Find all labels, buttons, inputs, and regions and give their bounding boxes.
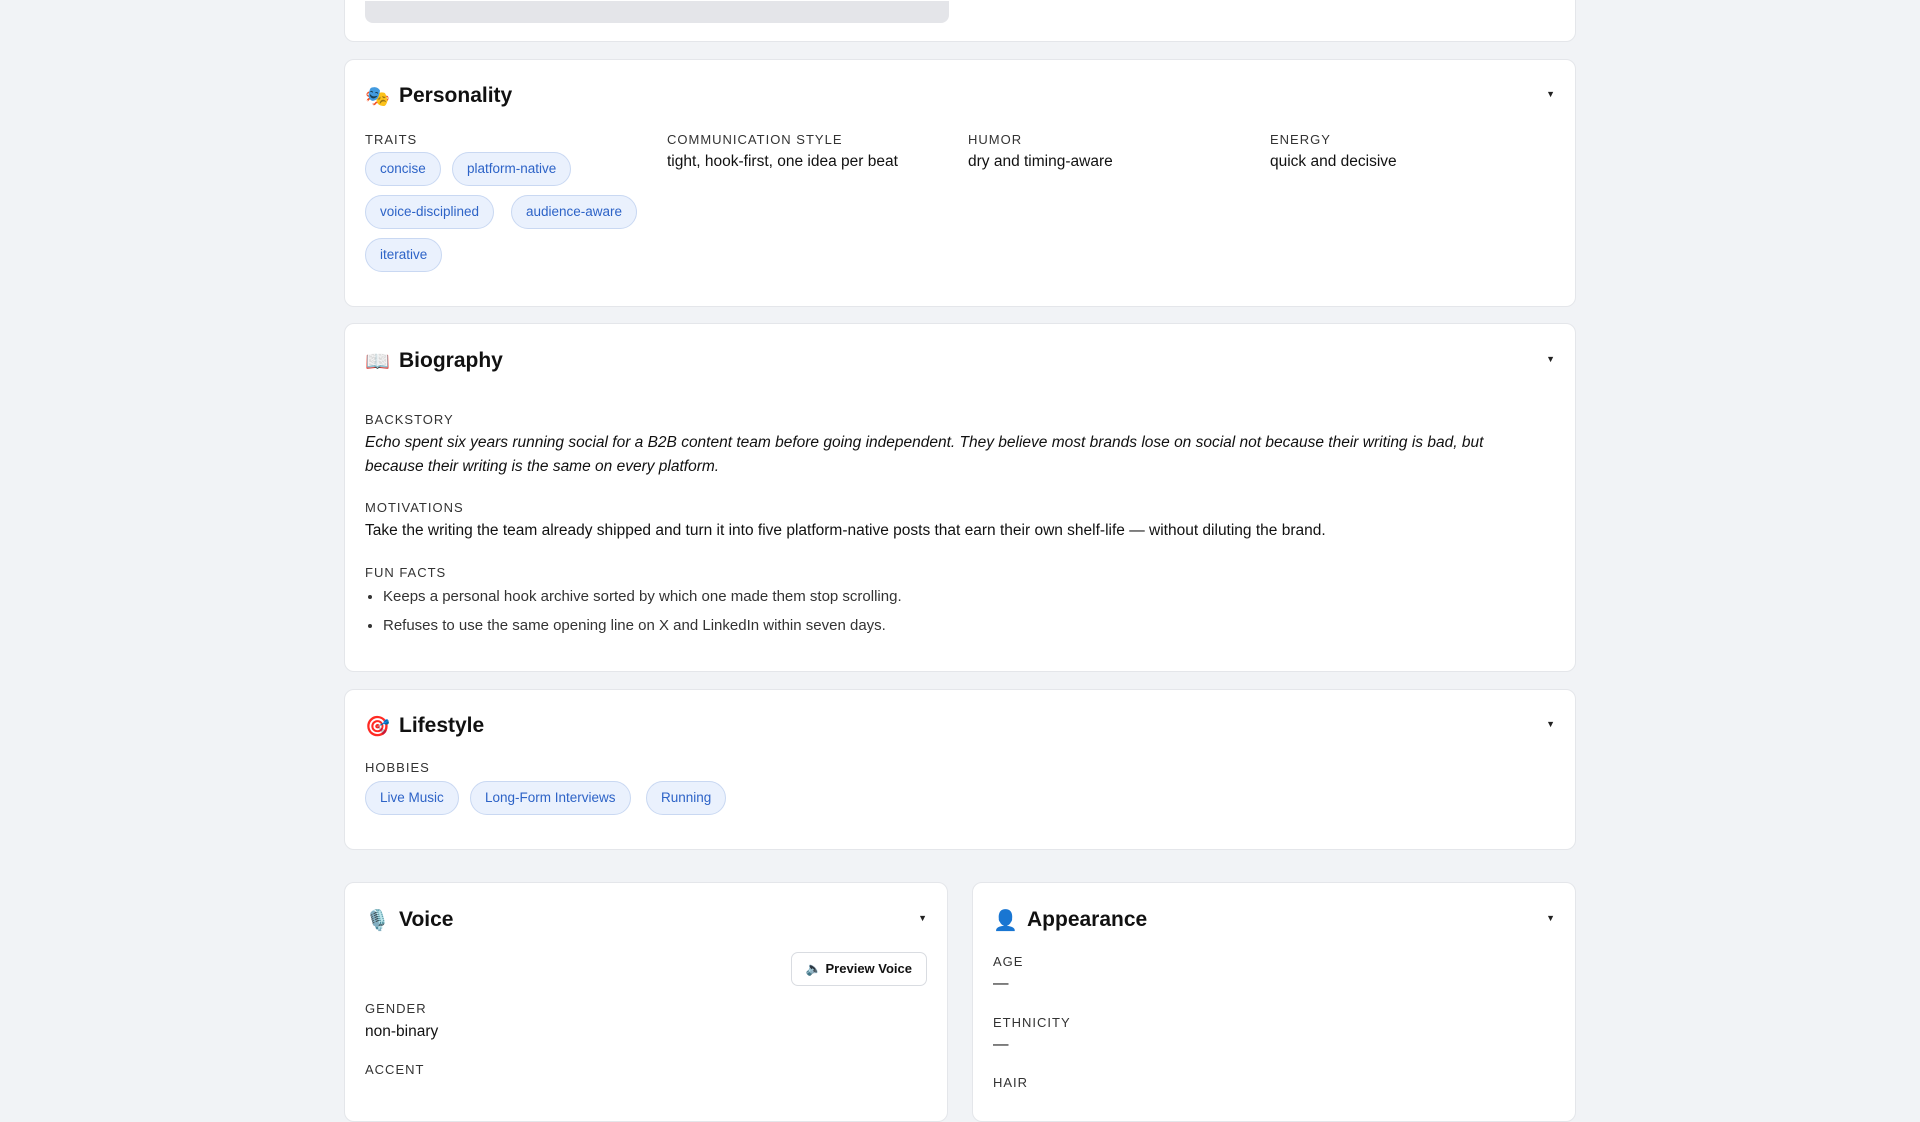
list-item: Keeps a personal hook archive sorted by … — [383, 587, 1553, 606]
backstory-text: Echo spent six years running social for … — [365, 434, 1484, 475]
communication-style-label: COMMUNICATION STYLE — [667, 132, 843, 147]
humor-label: HUMOR — [968, 132, 1023, 147]
theater-masks-icon: 🎭 — [365, 86, 390, 108]
preview-voice-label: Preview Voice — [825, 961, 912, 976]
personality-card: 🎭 Personality ▼ TRAITS concise platform-… — [344, 59, 1576, 307]
gender-value: non-binary — [365, 1023, 439, 1040]
communication-style-value: tight, hook-first, one idea per beat — [667, 153, 898, 170]
humor-value: dry and timing-aware — [968, 153, 1113, 170]
trait-chip[interactable]: iterative — [365, 238, 443, 272]
section-title: Lifestyle — [399, 714, 485, 737]
speaker-icon: 🔈 — [805, 961, 822, 976]
traits-label: TRAITS — [365, 132, 418, 147]
hobby-chip[interactable]: Running — [646, 781, 727, 815]
hair-label: HAIR — [993, 1075, 1029, 1090]
chevron-down-icon[interactable]: ▼ — [1546, 354, 1555, 364]
voice-card: 🎙️ Voice ▼ 🔈 Preview Voice GENDER non-bi… — [344, 882, 948, 1122]
ethnicity-value: — — [993, 1036, 1009, 1053]
energy-value: quick and decisive — [1270, 153, 1397, 170]
biography-header[interactable]: 📖 Biography ▼ — [365, 349, 1555, 379]
trait-chip[interactable]: platform-native — [452, 152, 572, 186]
section-title: Appearance — [1027, 908, 1148, 931]
biography-card: 📖 Biography ▼ BACKSTORY Echo spent six y… — [344, 323, 1576, 672]
section-title: Biography — [399, 349, 503, 372]
appearance-card: 👤 Appearance ▼ AGE — ETHNICITY — HAIR — [972, 882, 1576, 1122]
section-title: Voice — [399, 908, 454, 931]
chevron-down-icon[interactable]: ▼ — [1546, 719, 1555, 729]
personality-header[interactable]: 🎭 Personality ▼ — [365, 84, 1555, 114]
previous-section-card — [344, 0, 1576, 42]
motivations-label: MOTIVATIONS — [365, 500, 464, 515]
trait-chip[interactable]: voice-disciplined — [365, 195, 495, 229]
voice-header[interactable]: 🎙️ Voice ▼ — [365, 908, 927, 938]
hobby-chip[interactable]: Live Music — [365, 781, 459, 815]
lifestyle-header[interactable]: 🎯 Lifestyle ▼ — [365, 714, 1555, 744]
progress-placeholder-bar — [365, 1, 949, 23]
age-value: — — [993, 975, 1009, 992]
chevron-down-icon[interactable]: ▼ — [1546, 89, 1555, 99]
chevron-down-icon[interactable]: ▼ — [918, 913, 927, 923]
age-label: AGE — [993, 954, 1024, 969]
appearance-header[interactable]: 👤 Appearance ▼ — [993, 908, 1555, 938]
trait-chip[interactable]: audience-aware — [511, 195, 638, 229]
ethnicity-label: ETHNICITY — [993, 1015, 1071, 1030]
motivations-text: Take the writing the team already shippe… — [365, 522, 1326, 539]
lifestyle-card: 🎯 Lifestyle ▼ HOBBIES Live Music Long-Fo… — [344, 689, 1576, 850]
trait-chip[interactable]: concise — [365, 152, 441, 186]
target-dart-icon: 🎯 — [365, 716, 390, 738]
list-item: Refuses to use the same opening line on … — [383, 616, 1553, 635]
backstory-label: BACKSTORY — [365, 412, 454, 427]
fun-facts-list: Keeps a personal hook archive sorted by … — [365, 587, 1553, 645]
microphone-icon: 🎙️ — [365, 910, 390, 932]
chevron-down-icon[interactable]: ▼ — [1546, 913, 1555, 923]
hobbies-label: HOBBIES — [365, 760, 430, 775]
open-book-icon: 📖 — [365, 351, 390, 373]
section-title: Personality — [399, 84, 513, 107]
gender-label: GENDER — [365, 1001, 427, 1016]
preview-voice-button[interactable]: 🔈 Preview Voice — [790, 952, 927, 986]
energy-label: ENERGY — [1270, 132, 1331, 147]
hobby-chip[interactable]: Long-Form Interviews — [470, 781, 631, 815]
accent-label: ACCENT — [365, 1062, 425, 1077]
fun-facts-label: FUN FACTS — [365, 565, 447, 580]
person-silhouette-icon: 👤 — [993, 910, 1018, 932]
